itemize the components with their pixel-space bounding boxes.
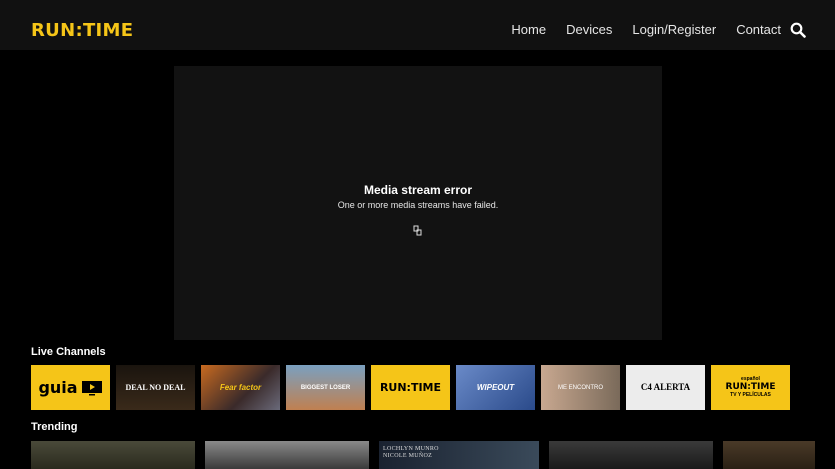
video-player[interactable]: Media stream error One or more media str… xyxy=(174,66,662,340)
channel-tile[interactable]: C4 ALERTA xyxy=(626,365,705,410)
search-icon[interactable] xyxy=(790,22,806,38)
trending-card[interactable] xyxy=(549,441,713,469)
error-title: Media stream error xyxy=(363,183,473,197)
channel-tile[interactable]: Fear factor xyxy=(201,365,280,410)
trending-card[interactable] xyxy=(205,441,369,469)
channel-tile[interactable]: WIPEOUT xyxy=(456,365,535,410)
trending-card[interactable] xyxy=(31,441,195,469)
channel-tile[interactable]: BIGGEST LOSER xyxy=(286,365,365,410)
nav-home[interactable]: Home xyxy=(511,22,546,37)
trending-heading: Trending xyxy=(31,421,78,433)
logo-text: RUN:TIME xyxy=(31,20,134,41)
live-channels-rail: guia DEAL NO DEAL Fear factor BIGGEST LO… xyxy=(31,365,790,410)
error-message: One or more media streams have failed. xyxy=(337,200,499,210)
trending-card[interactable] xyxy=(723,441,815,469)
runtime-logo[interactable]: RUN:TIME xyxy=(31,20,133,41)
trending-card[interactable]: LOCHLYN MUNRO NICOLE MUÑOZ xyxy=(379,441,539,469)
trending-rail: LOCHLYN MUNRO NICOLE MUÑOZ xyxy=(31,441,815,469)
broken-file-icon xyxy=(413,225,422,236)
channel-tile[interactable]: RUN:TIME xyxy=(371,365,450,410)
channel-tile[interactable]: ME ENCONTRO xyxy=(541,365,620,410)
channel-tile[interactable]: español RUN:TIME TV Y PELÍCULAS xyxy=(711,365,790,410)
top-bar: RUN:TIME Home Devices Login/Register Con… xyxy=(0,0,835,50)
nav-devices[interactable]: Devices xyxy=(566,22,612,37)
tv-play-icon xyxy=(81,380,102,395)
nav-contact[interactable]: Contact xyxy=(736,22,781,37)
nav-login-register[interactable]: Login/Register xyxy=(632,22,716,37)
main-nav: Home Devices Login/Register Contact xyxy=(511,22,781,37)
channel-tile[interactable]: DEAL NO DEAL xyxy=(116,365,195,410)
trending-card-credits: LOCHLYN MUNRO NICOLE MUÑOZ xyxy=(383,446,439,459)
live-channels-heading: Live Channels xyxy=(31,346,106,358)
channel-tile[interactable]: guia xyxy=(31,365,110,410)
